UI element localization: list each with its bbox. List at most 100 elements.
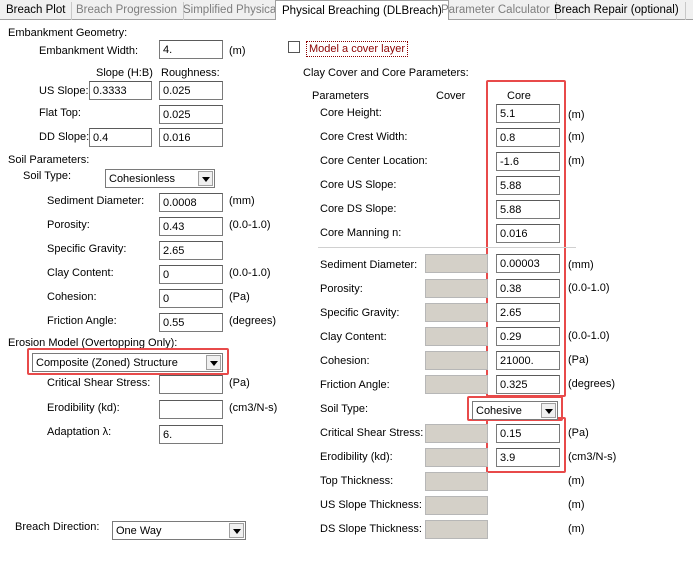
cohesion-input[interactable]: 0	[159, 289, 223, 308]
ds-slope-input[interactable]: 0.4	[89, 128, 152, 147]
cover-cohesion-input	[425, 351, 488, 370]
core-erodibility-input[interactable]: 3.9	[496, 448, 560, 467]
core-sediment-diameter-unit: (mm)	[568, 259, 594, 271]
critical-shear-stress-label: Critical Shear Stress:	[47, 377, 151, 389]
breach-direction-label: Breach Direction:	[15, 521, 100, 533]
top-thickness-unit: (m)	[568, 475, 585, 487]
us-slope-input[interactable]: 0.3333	[89, 81, 152, 100]
us-roughness-input[interactable]: 0.025	[159, 81, 223, 100]
adaptation-input[interactable]: 6.	[159, 425, 223, 444]
tab-parameter-calculator[interactable]: Parameter Calculator	[435, 2, 557, 20]
core-height-unit: (m)	[568, 109, 585, 121]
soil-type-value: Cohesionless	[109, 173, 176, 185]
core-manning-n-input[interactable]: 0.016	[496, 224, 560, 243]
soil-type-label: Soil Type:	[23, 170, 72, 182]
core-crest-width-input[interactable]: 0.8	[496, 128, 560, 147]
tab-strip: Breach Plot Breach Progression Simplifie…	[0, 0, 693, 21]
cover-friction-angle-label: Friction Angle:	[320, 379, 390, 391]
specific-gravity-label: Specific Gravity:	[47, 243, 127, 255]
cover-layer-checkbox[interactable]	[288, 41, 300, 53]
core-soil-type-label: Soil Type:	[320, 403, 369, 415]
ds-slope-thickness-input	[425, 520, 488, 539]
porosity-unit: (0.0-1.0)	[229, 219, 271, 231]
roughness-column-header: Roughness:	[161, 67, 220, 79]
cover-porosity-input	[425, 279, 488, 298]
embankment-width-input[interactable]: 4.	[159, 40, 223, 59]
core-porosity-input[interactable]: 0.38	[496, 279, 560, 298]
tab-physical-breaching[interactable]: Physical Breaching (DLBreach)	[275, 0, 449, 21]
chevron-down-icon[interactable]	[541, 403, 556, 418]
ds-slope-thickness-label: DS Slope Thickness:	[320, 523, 422, 535]
core-porosity-unit: (0.0-1.0)	[568, 282, 610, 294]
core-ds-slope-label: Core DS Slope:	[320, 203, 397, 215]
cover-layer-label[interactable]: Model a cover layer	[306, 41, 408, 57]
separator	[318, 247, 576, 248]
core-friction-angle-input[interactable]: 0.325	[496, 375, 560, 394]
embankment-width-unit: (m)	[229, 45, 246, 57]
friction-angle-unit: (degrees)	[229, 315, 277, 327]
tab-breach-plot[interactable]: Breach Plot	[0, 2, 73, 20]
cover-specific-gravity-label: Specific Gravity:	[320, 307, 400, 319]
critical-shear-stress-input[interactable]	[159, 375, 223, 394]
core-critical-shear-stress-label: Critical Shear Stress:	[320, 427, 424, 439]
clay-content-unit: (0.0-1.0)	[229, 267, 271, 279]
cover-column-header: Cover	[436, 90, 466, 102]
core-soil-type-select[interactable]: Cohesive	[472, 401, 558, 420]
ds-slope-label: DD Slope:	[39, 131, 90, 143]
flat-top-label: Flat Top:	[39, 107, 81, 119]
erodibility-label: Erodibility (kd):	[47, 402, 120, 414]
sediment-diameter-unit: (mm)	[229, 195, 255, 207]
core-us-slope-label: Core US Slope:	[320, 179, 397, 191]
erosion-model-value: Composite (Zoned) Structure	[36, 357, 178, 369]
adaptation-label: Adaptation λ:	[47, 426, 112, 438]
tab-simplified-physical[interactable]: Simplified Physical	[177, 2, 286, 20]
chevron-down-icon[interactable]	[206, 355, 221, 370]
breach-direction-select[interactable]: One Way	[112, 521, 246, 540]
cover-clay-content-label: Clay Content:	[320, 331, 387, 343]
core-us-slope-input[interactable]: 5.88	[496, 176, 560, 195]
clay-cover-header: Clay Cover and Core Parameters:	[303, 67, 469, 79]
core-center-location-input[interactable]: -1.6	[496, 152, 560, 171]
porosity-input[interactable]: 0.43	[159, 217, 223, 236]
core-height-label: Core Height:	[320, 107, 382, 119]
specific-gravity-input[interactable]: 2.65	[159, 241, 223, 260]
clay-content-input[interactable]: 0	[159, 265, 223, 284]
cover-cohesion-label: Cohesion:	[320, 355, 370, 367]
core-sediment-diameter-input[interactable]: 0.00003	[496, 254, 560, 273]
core-height-input[interactable]: 5.1	[496, 104, 560, 123]
sediment-diameter-input[interactable]: 0.0008	[159, 193, 223, 212]
cover-sediment-diameter-input	[425, 254, 488, 273]
chevron-down-icon[interactable]	[229, 523, 244, 538]
cover-erodibility-input	[425, 448, 488, 467]
core-cohesion-input[interactable]: 21000.	[496, 351, 560, 370]
tab-breach-progression[interactable]: Breach Progression	[70, 2, 184, 20]
flat-top-roughness-input[interactable]: 0.025	[159, 105, 223, 124]
core-ds-slope-input[interactable]: 5.88	[496, 200, 560, 219]
soil-header: Soil Parameters:	[8, 154, 90, 166]
cover-friction-angle-input	[425, 375, 488, 394]
dlbreach-panel: Embankment Geometry: Embankment Width: 4…	[0, 20, 693, 570]
core-specific-gravity-input[interactable]: 2.65	[496, 303, 560, 322]
friction-angle-input[interactable]: 0.55	[159, 313, 223, 332]
critical-shear-stress-unit: (Pa)	[229, 377, 250, 389]
ds-slope-thickness-unit: (m)	[568, 523, 585, 535]
embankment-width-label: Embankment Width:	[39, 45, 139, 57]
friction-angle-label: Friction Angle:	[47, 315, 117, 327]
core-manning-n-label: Core Manning n:	[320, 227, 402, 239]
erosion-model-select[interactable]: Composite (Zoned) Structure	[32, 353, 223, 372]
ds-roughness-input[interactable]: 0.016	[159, 128, 223, 147]
tab-breach-repair[interactable]: Breach Repair (optional)	[548, 2, 686, 20]
core-friction-angle-unit: (degrees)	[568, 378, 616, 390]
core-soil-type-value: Cohesive	[476, 405, 522, 417]
core-clay-content-input[interactable]: 0.29	[496, 327, 560, 346]
core-erodibility-unit: (cm3/N-s)	[568, 451, 617, 463]
us-slope-thickness-label: US Slope Thickness:	[320, 499, 422, 511]
core-critical-shear-stress-input[interactable]: 0.15	[496, 424, 560, 443]
core-crest-width-label: Core Crest Width:	[320, 131, 408, 143]
soil-type-select[interactable]: Cohesionless	[105, 169, 215, 188]
parameters-column-header: Parameters	[312, 90, 369, 102]
cover-specific-gravity-input	[425, 303, 488, 322]
erodibility-input[interactable]	[159, 400, 223, 419]
cohesion-label: Cohesion:	[47, 291, 97, 303]
chevron-down-icon[interactable]	[198, 171, 213, 186]
